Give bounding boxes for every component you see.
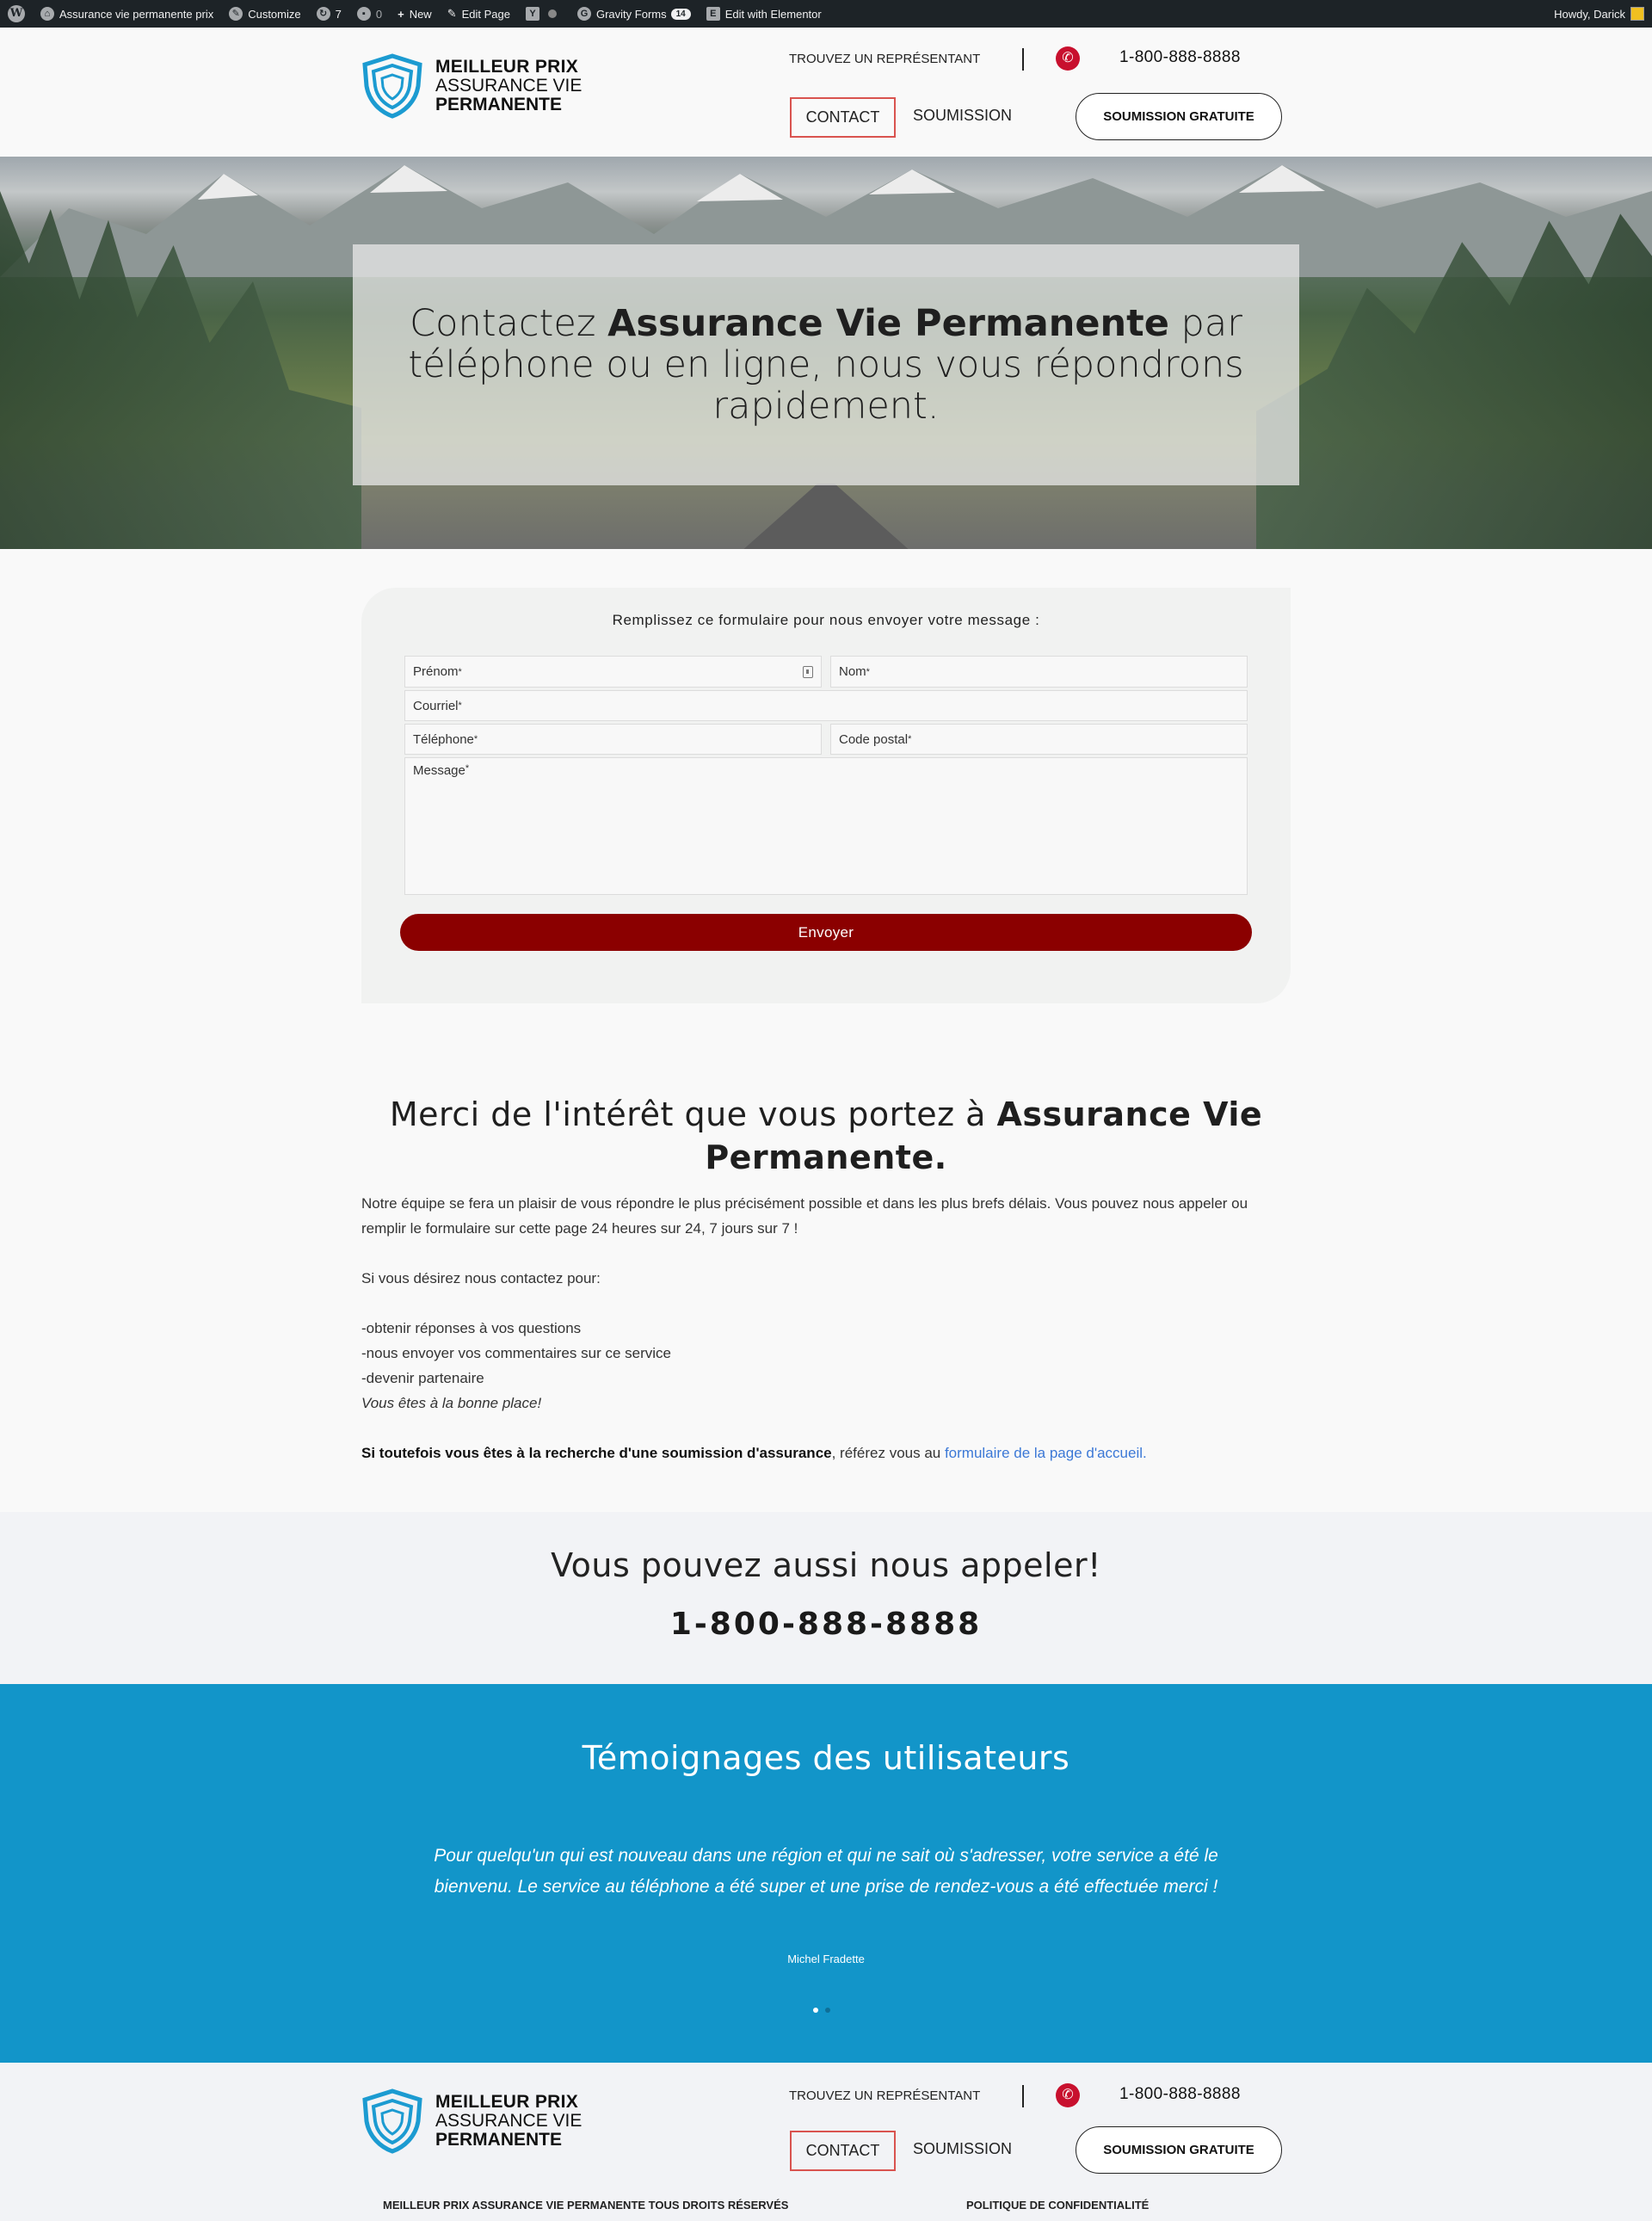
autofill-icon[interactable] bbox=[803, 665, 813, 678]
site-footer: MEILLEUR PRIX ASSURANCE VIE PERMANENTE T… bbox=[0, 2063, 1652, 2221]
nav-contact-link[interactable]: CONTACT bbox=[790, 97, 896, 138]
footer-free-quote-button[interactable]: SOUMISSION GRATUITE bbox=[1076, 2126, 1282, 2174]
testimonial-author: Michel Fradette bbox=[787, 1953, 865, 1965]
testimonials-heading: Témoignages des utilisateurs bbox=[582, 1739, 1070, 1777]
footer-logo[interactable]: MEILLEUR PRIX ASSURANCE VIE PERMANENTE bbox=[361, 2088, 582, 2154]
first-name-field[interactable]: Prénom * bbox=[404, 656, 822, 688]
user-account-menu[interactable]: Howdy, Darick bbox=[1546, 0, 1652, 28]
shield-logo-icon bbox=[362, 53, 422, 119]
gravity-forms-icon: G bbox=[576, 7, 591, 21]
carousel-dot-active[interactable] bbox=[813, 2008, 818, 2013]
call-section: Vous pouvez aussi nous appeler! 1-800-88… bbox=[0, 1512, 1652, 1684]
submit-button[interactable]: Envoyer bbox=[400, 914, 1252, 951]
contact-form: Remplissez ce formulaire pour nous envoy… bbox=[361, 588, 1291, 1003]
logo-text: MEILLEUR PRIX ASSURANCE VIE PERMANENTE bbox=[435, 57, 583, 114]
privacy-policy-link[interactable]: POLITIQUE DE CONFIDENTIALITÉ bbox=[966, 2199, 1149, 2212]
pencil-icon: ✎ bbox=[447, 7, 457, 20]
phone-icon: ✆ bbox=[1056, 2083, 1080, 2107]
message-textarea[interactable]: Message * bbox=[404, 757, 1248, 895]
footer-phone-link[interactable]: 1-800-888-8888 bbox=[1119, 2085, 1241, 2104]
hero-banner: Contactez Assurance Vie Permanente par t… bbox=[0, 157, 1652, 549]
site-header: MEILLEUR PRIX ASSURANCE VIE PERMANENTE T… bbox=[0, 28, 1652, 157]
divider bbox=[1022, 48, 1024, 71]
admin-bar: W ⌂ Assurance vie permanente prix ✎ Custom… bbox=[0, 0, 1652, 28]
logo-text: MEILLEUR PRIX ASSURANCE VIE PERMANENTE bbox=[435, 2092, 583, 2150]
edit-page-link[interactable]: ✎ Edit Page bbox=[440, 0, 518, 28]
wordpress-logo-button[interactable]: W bbox=[0, 0, 33, 28]
postal-code-field[interactable]: Code postal * bbox=[830, 724, 1248, 755]
plus-icon: + bbox=[398, 7, 404, 21]
carousel-dots bbox=[813, 2008, 830, 2013]
comment-icon: ▪ bbox=[356, 7, 371, 21]
divider bbox=[1022, 2085, 1024, 2107]
quote-referral-text: Si toutefois vous êtes à la recherche d'… bbox=[361, 1445, 1147, 1461]
brush-icon: ✎ bbox=[229, 7, 243, 21]
road bbox=[740, 484, 912, 549]
home-icon: ⌂ bbox=[40, 7, 54, 21]
elementor-icon: E bbox=[706, 7, 720, 21]
testimonial-quote: Pour quelqu'un qui est nouveau dans une … bbox=[434, 1846, 1218, 1897]
footer-nav-contact-link[interactable]: CONTACT bbox=[790, 2131, 896, 2171]
form-title: Remplissez ce formulaire pour nous envoy… bbox=[612, 612, 1040, 628]
list-item: -nous envoyer vos commentaires sur ce se… bbox=[361, 1345, 671, 1361]
call-heading: Vous pouvez aussi nous appeler! bbox=[551, 1546, 1101, 1584]
updates-link[interactable]: ↻ 7 bbox=[309, 0, 349, 28]
copyright-text: MEILLEUR PRIX ASSURANCE VIE PERMANENTE T… bbox=[383, 2199, 789, 2212]
phone-icon: ✆ bbox=[1056, 46, 1080, 71]
wordpress-icon: W bbox=[8, 5, 25, 22]
edit-with-elementor-link[interactable]: E Edit with Elementor bbox=[699, 0, 829, 28]
carousel-dot[interactable] bbox=[825, 2008, 830, 2013]
shield-logo-icon bbox=[362, 2088, 422, 2154]
thanks-heading: Merci de l'intérêt que vous portez à Ass… bbox=[389, 1095, 1263, 1176]
phone-field[interactable]: Téléphone * bbox=[404, 724, 822, 755]
thanks-section: Merci de l'intérêt que vous portez à Ass… bbox=[361, 1093, 1291, 1465]
list-item: -obtenir réponses à vos questions bbox=[361, 1320, 582, 1336]
hero-message-box: Contactez Assurance Vie Permanente par t… bbox=[353, 244, 1299, 485]
last-name-field[interactable]: Nom * bbox=[830, 656, 1248, 688]
homepage-form-link[interactable]: formulaire de la page d'accueil. bbox=[945, 1445, 1147, 1461]
thanks-body: Notre équipe se fera un plaisir de vous … bbox=[361, 1191, 1291, 1465]
nav-soumission-link[interactable]: SOUMISSION bbox=[913, 107, 1012, 125]
gravity-forms-badge: 14 bbox=[670, 8, 691, 20]
header-phone-link[interactable]: 1-800-888-8888 bbox=[1119, 48, 1241, 67]
free-quote-button[interactable]: SOUMISSION GRATUITE bbox=[1076, 93, 1282, 140]
updates-icon: ↻ bbox=[316, 7, 330, 21]
seo-status-dot-icon bbox=[547, 9, 557, 18]
find-representative-link[interactable]: TROUVEZ UN REPRÉSENTANT bbox=[789, 52, 980, 66]
gravity-forms-link[interactable]: G Gravity Forms 14 bbox=[570, 0, 699, 28]
avatar bbox=[1630, 7, 1644, 21]
footer-nav-soumission-link[interactable]: SOUMISSION bbox=[913, 2140, 1012, 2158]
email-field[interactable]: Courriel * bbox=[404, 690, 1248, 721]
yoast-seo-menu[interactable]: Y bbox=[518, 0, 570, 28]
new-content-link[interactable]: + New bbox=[390, 0, 440, 28]
yoast-icon: Y bbox=[525, 7, 539, 21]
footer-find-representative-link[interactable]: TROUVEZ UN REPRÉSENTANT bbox=[789, 2088, 980, 2103]
customize-link[interactable]: ✎ Customize bbox=[221, 0, 308, 28]
comments-link[interactable]: ▪ 0 bbox=[349, 0, 390, 28]
hero-heading: Contactez Assurance Vie Permanente par t… bbox=[408, 302, 1244, 428]
call-phone-link[interactable]: 1-800-888-8888 bbox=[0, 1607, 1652, 1642]
site-logo[interactable]: MEILLEUR PRIX ASSURANCE VIE PERMANENTE bbox=[361, 53, 582, 119]
list-item: -devenir partenaire bbox=[361, 1370, 484, 1386]
site-name-link[interactable]: ⌂ Assurance vie permanente prix bbox=[33, 0, 221, 28]
testimonials-section: Témoignages des utilisateurs Pour quelqu… bbox=[0, 1684, 1652, 2063]
